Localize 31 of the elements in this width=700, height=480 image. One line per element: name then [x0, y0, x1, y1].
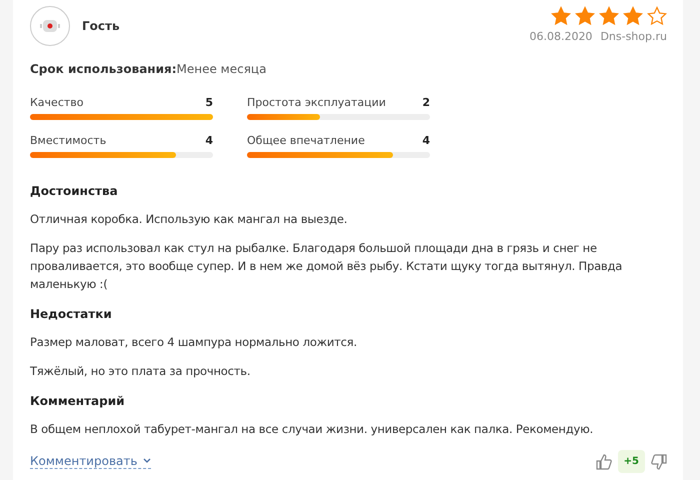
score-label: Вместимость	[30, 134, 106, 147]
review-text: Пару раз использовал как стул на рыбалке. Благодаря большой площади дна в грязь и снег не проваливается, это вообще супер. И в нем же домой вёз рыбу. Кстати щуку тогда вытянул. Правда маленькую :(	[30, 240, 624, 293]
comment-link[interactable]: Комментировать	[30, 454, 152, 469]
star-icon	[623, 6, 643, 26]
score-value: 5	[205, 96, 213, 109]
review-date: 06.08.2020	[529, 30, 592, 43]
score-label: Простота эксплуатации	[247, 96, 386, 109]
section-title: Комментарий	[30, 394, 126, 408]
thumbs-down-icon[interactable]	[651, 454, 667, 470]
score-value: 4	[205, 134, 213, 147]
star-icon	[647, 6, 667, 26]
vote-count: +5	[618, 450, 645, 473]
review-text: В общем неплохой табурет-мангал на все случаи жизни. универсален как палка. Рекомендую.	[30, 421, 594, 438]
review-text: Размер маловат, всего 4 шампура нормально ложится.	[30, 334, 358, 351]
star-icon	[551, 6, 571, 26]
review-source: Dns-shop.ru	[600, 30, 667, 43]
chevron-icon	[143, 458, 152, 464]
score-label: Общее впечатление	[247, 134, 365, 147]
star-icon	[575, 6, 595, 26]
review-text: Тяжёлый, но это плата за прочность.	[30, 363, 252, 380]
thumbs-up-icon[interactable]	[596, 454, 612, 470]
avatar-icon	[30, 6, 70, 46]
section-title: Недостатки	[30, 307, 113, 321]
usage-period: Срок использования:Менее месяца	[30, 62, 268, 76]
star-icon	[599, 6, 619, 26]
score-label: Качество	[30, 96, 84, 109]
author-name: Гость	[82, 19, 120, 33]
section-title: Достоинства	[30, 184, 119, 198]
score-value: 4	[422, 134, 430, 147]
score-value: 2	[422, 96, 430, 109]
review-text: Отличная коробка. Использую как мангал на выезде.	[30, 211, 348, 228]
